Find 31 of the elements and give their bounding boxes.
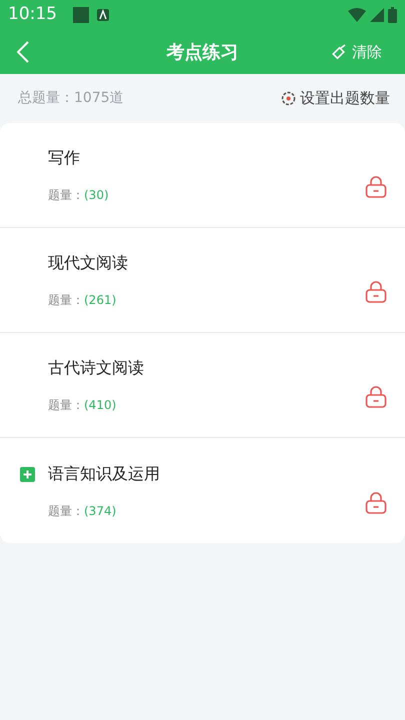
lock-icon[interactable] [365,492,387,514]
status-time: 10:15 [8,3,57,26]
wifi-icon [348,8,366,22]
lock-icon[interactable] [365,281,387,303]
topic-row[interactable]: 现代文阅读 题量：(261) [0,228,405,333]
topic-row[interactable]: 古代诗文阅读 题量：(410) [0,333,405,438]
count-label: 题量： [48,397,84,414]
lock-icon[interactable] [365,176,387,198]
signal-icon [370,8,384,22]
expand-icon[interactable] [20,466,35,482]
total-count: 总题量：1075道 [18,89,124,108]
app-notification-icon [73,7,89,23]
battery-icon [388,7,397,23]
question-count-settings[interactable]: 设置出题数量 [281,87,390,110]
question-count: (374) [84,502,116,520]
topic-title: 写作 [48,147,80,169]
lock-icon[interactable] [365,386,387,408]
question-count: (30) [84,187,109,204]
topic-row[interactable]: 语言知识及运用 题量：(374) [0,438,405,543]
topic-row[interactable]: 写作 题量：(30) [0,123,405,228]
topic-title: 现代文阅读 [48,252,128,274]
question-count: (410) [84,397,116,414]
back-icon[interactable] [17,41,29,63]
question-count: (261) [84,292,116,309]
count-label: 题量： [48,292,84,309]
keyboard-notification-icon [97,9,109,21]
topic-title: 古代诗文阅读 [48,357,144,379]
topic-title: 语言知识及运用 [48,462,160,484]
count-label: 题量： [48,502,84,520]
count-label: 题量： [48,187,84,204]
page-title: 考点练习 [166,40,238,64]
